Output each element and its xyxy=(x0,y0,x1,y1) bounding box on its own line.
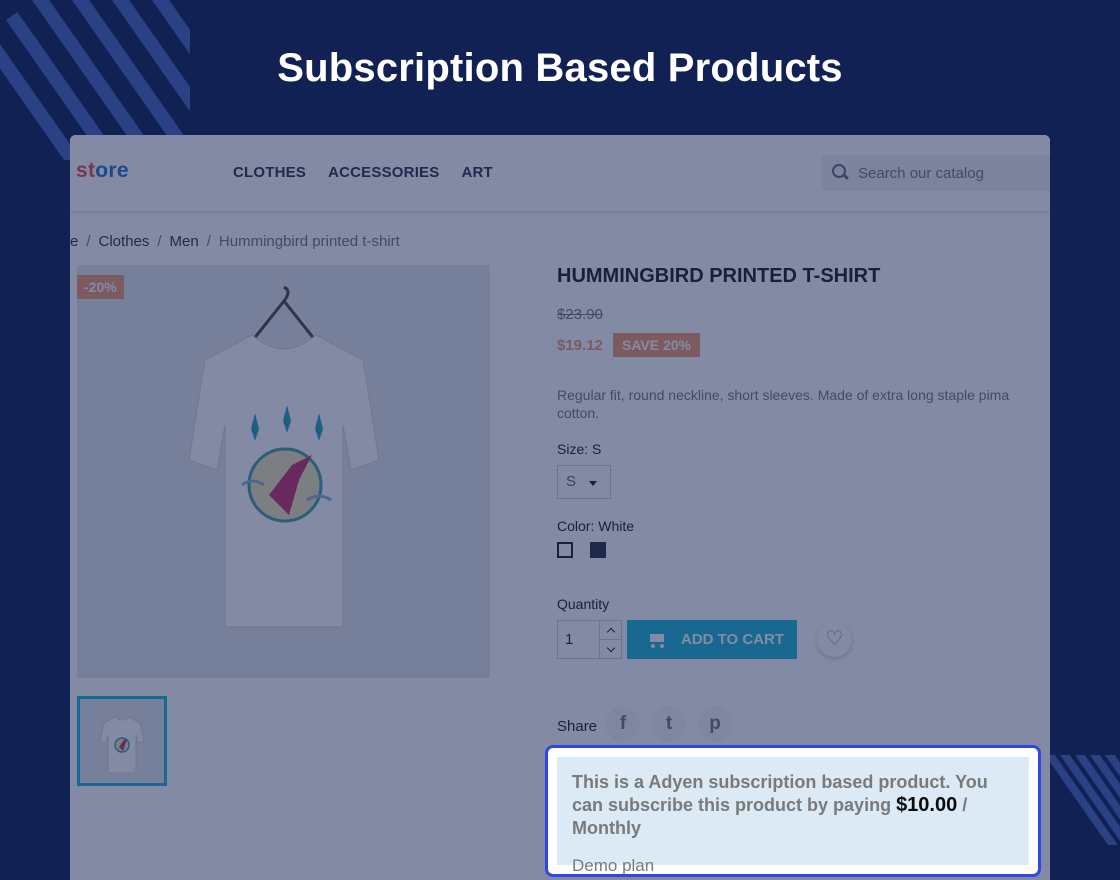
add-to-cart-label: ADD TO CART xyxy=(681,631,785,648)
main-nav: CLOTHES ACCESSORIES ART xyxy=(233,164,493,181)
quantity-decrease-button[interactable] xyxy=(599,640,621,659)
subscription-text: This is a Adyen subscription based produ… xyxy=(572,771,1014,840)
search-icon[interactable] xyxy=(832,164,850,182)
product-thumbnail[interactable] xyxy=(77,696,167,786)
search-input[interactable] xyxy=(858,164,1038,182)
breadcrumb: e / Clothes / Men / Hummingbird printed t-shir… xyxy=(70,233,400,250)
add-to-cart-button[interactable]: ADD TO CART xyxy=(627,620,797,659)
tshirt-thumbnail-illustration xyxy=(99,716,145,774)
quantity-label: Quantity xyxy=(557,596,610,612)
heart-icon: ♡ xyxy=(825,628,844,650)
breadcrumb-home[interactable]: e xyxy=(70,233,78,250)
logo-part-2: ore xyxy=(95,159,129,182)
product-description: Regular fit, round neckline, short sleev… xyxy=(557,387,1010,421)
wishlist-button[interactable]: ♡ xyxy=(817,622,852,657)
subscription-info-card: This is a Adyen subscription based produ… xyxy=(545,745,1041,877)
color-swatch-black[interactable] xyxy=(590,542,606,558)
size-select[interactable]: S xyxy=(557,465,611,499)
pinterest-icon[interactable]: p xyxy=(697,706,733,742)
subscription-info-panel: This is a Adyen subscription based produ… xyxy=(557,757,1029,875)
twitter-icon[interactable]: t xyxy=(651,706,687,742)
subscription-plan-name: Demo plan xyxy=(572,856,655,875)
product-main-image[interactable]: -20% xyxy=(77,265,490,678)
decorative-stripes-bottom-right xyxy=(1045,755,1120,845)
nav-item-clothes[interactable]: CLOTHES xyxy=(233,164,306,181)
page-title: Subscription Based Products xyxy=(277,46,843,90)
breadcrumb-current: Hummingbird printed t-shirt xyxy=(218,233,400,250)
product-title: HUMMINGBIRD PRINTED T-SHIRT xyxy=(557,265,881,287)
nav-item-art[interactable]: ART xyxy=(461,164,492,181)
color-swatch-white[interactable] xyxy=(557,542,573,558)
nav-item-accessories[interactable]: ACCESSORIES xyxy=(328,164,439,181)
discount-flag: -20% xyxy=(77,275,124,299)
breadcrumb-men[interactable]: Men xyxy=(170,233,199,250)
quantity-input[interactable] xyxy=(565,631,595,648)
store-logo[interactable]: store xyxy=(76,159,129,183)
color-label: Color: White xyxy=(557,518,635,534)
save-badge: SAVE 20% xyxy=(613,333,700,357)
share-label: Share xyxy=(557,718,598,735)
quantity-stepper xyxy=(557,620,622,659)
caret-down-icon xyxy=(589,481,597,486)
current-price: $19.12 xyxy=(557,337,603,354)
size-label: Size: S xyxy=(557,441,602,457)
breadcrumb-clothes[interactable]: Clothes xyxy=(99,233,150,250)
cart-icon xyxy=(647,632,667,648)
quantity-increase-button[interactable] xyxy=(599,621,621,640)
logo-part-1: st xyxy=(76,159,96,182)
tshirt-illustration xyxy=(188,285,380,628)
search-box xyxy=(822,155,1050,191)
facebook-icon[interactable]: f xyxy=(605,706,641,742)
regular-price: $23.90 xyxy=(557,306,603,323)
store-header: store CLOTHES ACCESSORIES ART xyxy=(70,135,1050,211)
subscription-amount: $10.00 xyxy=(896,794,958,816)
size-select-value: S xyxy=(566,473,577,490)
